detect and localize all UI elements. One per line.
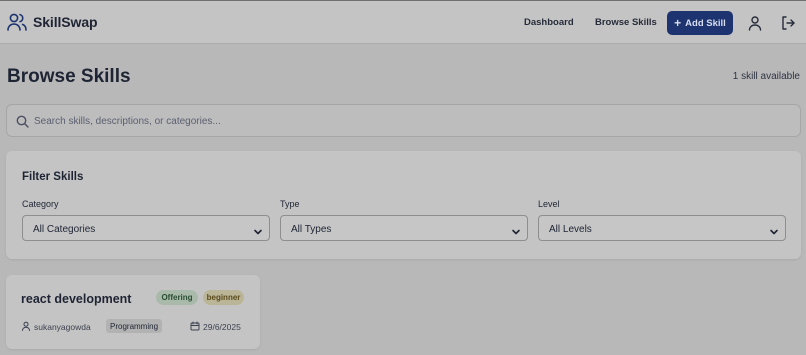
- users-icon: [7, 13, 27, 31]
- chevron-down-icon: [253, 224, 263, 242]
- type-select[interactable]: All Types: [280, 215, 528, 241]
- add-skill-button[interactable]: + Add Skill: [667, 11, 733, 35]
- search-bar[interactable]: [6, 104, 801, 137]
- skill-count: 1 skill available: [732, 71, 800, 82]
- nav-browse-skills-link[interactable]: Browse Skills: [595, 17, 657, 28]
- level-select[interactable]: All Levels: [538, 215, 786, 241]
- skill-date-value: 29/6/2025: [203, 322, 241, 332]
- nav-dashboard-link[interactable]: Dashboard: [524, 17, 574, 28]
- skill-owner-name: sukanyagowda: [34, 322, 91, 332]
- type-label: Type: [280, 199, 300, 209]
- search-icon: [16, 115, 29, 133]
- skill-title: react development: [21, 292, 132, 306]
- filter-title: Filter Skills: [22, 171, 84, 183]
- brand-name: SkillSwap: [33, 14, 98, 30]
- plus-icon: +: [674, 16, 682, 30]
- skill-date: 29/6/2025: [190, 321, 241, 333]
- level-select-value: All Levels: [549, 224, 592, 235]
- brand[interactable]: SkillSwap: [7, 13, 98, 31]
- skill-card[interactable]: react development Offering beginner suka…: [6, 275, 260, 349]
- logout-icon[interactable]: [780, 15, 796, 31]
- skill-level-badge: beginner: [203, 290, 244, 305]
- user-icon[interactable]: [747, 15, 763, 31]
- chevron-down-icon: [769, 224, 779, 242]
- skill-type-badge: Offering: [156, 290, 198, 305]
- add-skill-label: Add Skill: [685, 17, 726, 29]
- category-select-value: All Categories: [33, 224, 96, 235]
- calendar-icon: [190, 321, 200, 333]
- skill-category-tag: Programming: [106, 319, 163, 333]
- navbar: SkillSwap Dashboard Browse Skills + Add …: [0, 0, 806, 44]
- skill-owner: sukanyagowda: [21, 321, 91, 333]
- type-select-value: All Types: [291, 224, 332, 235]
- category-label: Category: [22, 199, 59, 209]
- search-input[interactable]: [34, 112, 774, 130]
- category-select[interactable]: All Categories: [22, 215, 270, 241]
- level-label: Level: [538, 199, 560, 209]
- filter-card: Filter Skills Category All Categories Ty…: [6, 151, 801, 259]
- user-icon: [21, 321, 31, 333]
- chevron-down-icon: [511, 224, 521, 242]
- page-title: Browse Skills: [7, 66, 131, 87]
